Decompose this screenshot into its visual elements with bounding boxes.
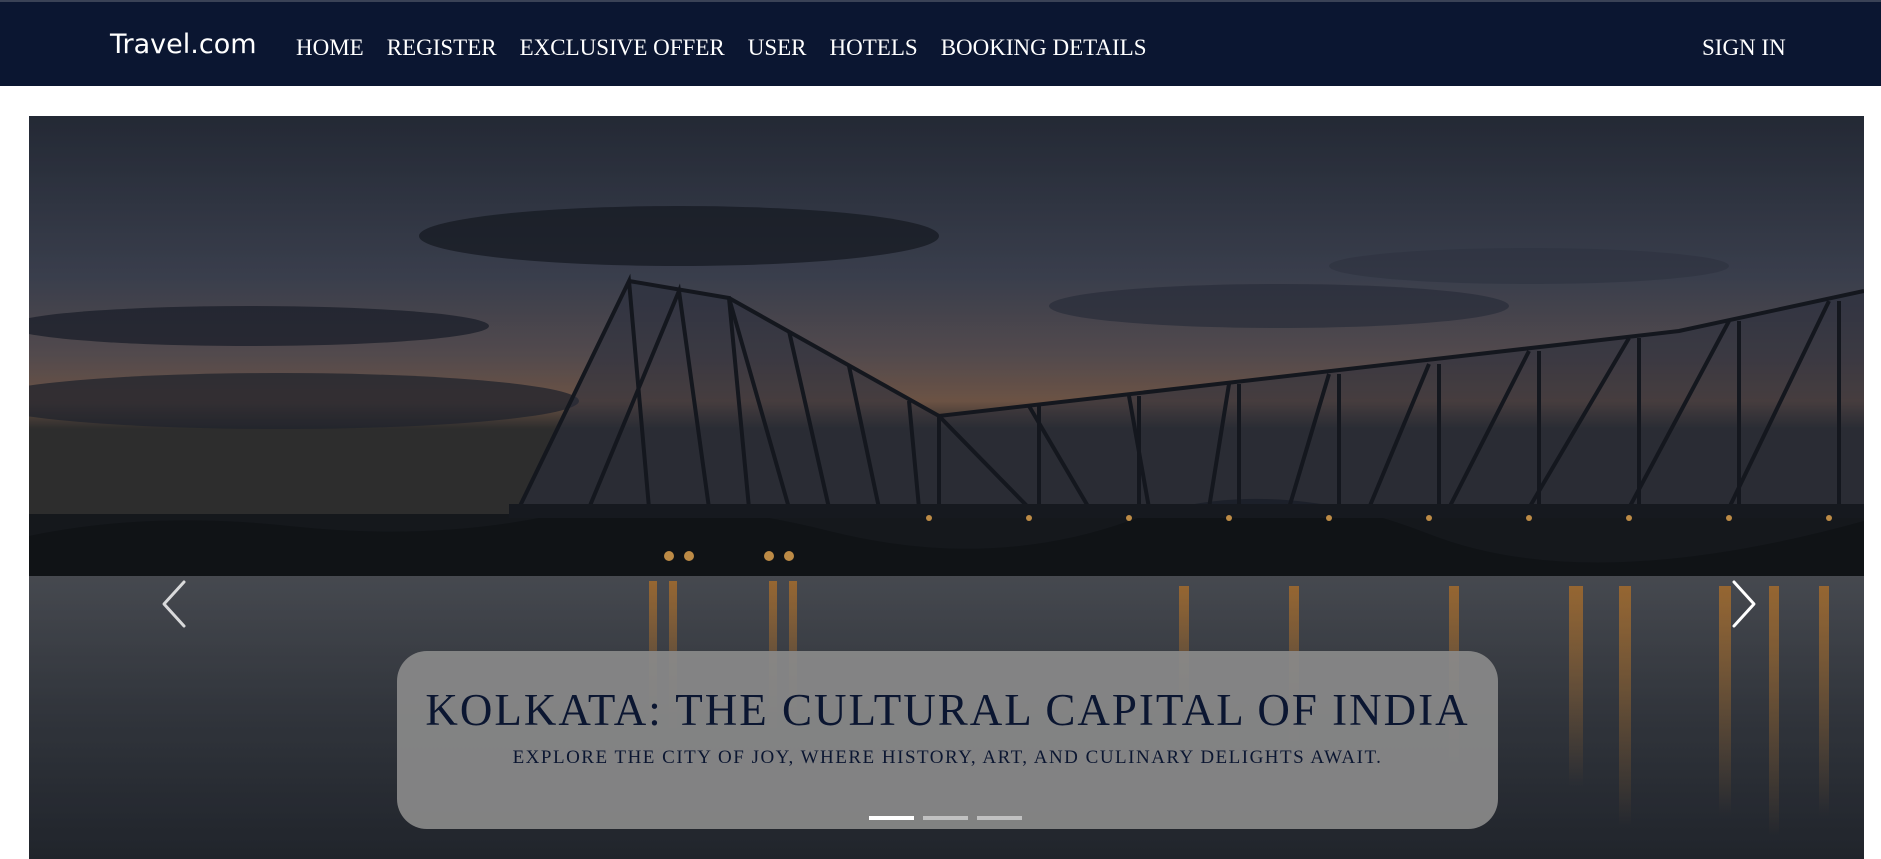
carousel-indicators — [869, 816, 1022, 820]
sign-in-link[interactable]: SIGN IN — [1702, 34, 1786, 62]
hero-carousel: KOLKATA: THE CULTURAL CAPITAL OF INDIA E… — [29, 116, 1864, 859]
nav-item-exclusive-offer: EXCLUSIVE OFFER — [520, 34, 725, 62]
carousel-indicator-1[interactable] — [869, 816, 914, 820]
carousel-indicator-2[interactable] — [923, 816, 968, 820]
nav-item-home: HOME — [296, 34, 364, 62]
carousel-prev-button[interactable] — [154, 574, 194, 634]
nav-link-hotels[interactable]: HOTELS — [830, 35, 918, 60]
chevron-right-icon — [1732, 580, 1756, 628]
nav-item-register: REGISTER — [387, 34, 497, 62]
carousel-next-button[interactable] — [1724, 574, 1764, 634]
nav-item-user: USER — [748, 34, 807, 62]
nav-link-register[interactable]: REGISTER — [387, 35, 497, 60]
nav-menu: HOME REGISTER EXCLUSIVE OFFER USER HOTEL… — [296, 34, 1146, 62]
nav-item-hotels: HOTELS — [830, 34, 918, 62]
brand-logo-link[interactable]: Travel.com — [110, 28, 257, 62]
nav-link-home[interactable]: HOME — [296, 35, 364, 60]
nav-link-user[interactable]: USER — [748, 35, 807, 60]
nav-item-booking-details: BOOKING DETAILS — [941, 34, 1147, 62]
nav-link-exclusive-offer[interactable]: EXCLUSIVE OFFER — [520, 35, 725, 60]
slide-caption: KOLKATA: THE CULTURAL CAPITAL OF INDIA E… — [397, 651, 1498, 829]
slide-title: KOLKATA: THE CULTURAL CAPITAL OF INDIA — [425, 685, 1470, 735]
nav-link-booking-details[interactable]: BOOKING DETAILS — [941, 35, 1147, 60]
chevron-left-icon — [162, 580, 186, 628]
top-navbar: Travel.com HOME REGISTER EXCLUSIVE OFFER… — [0, 0, 1881, 86]
slide-subtitle: EXPLORE THE CITY OF JOY, WHERE HISTORY, … — [512, 747, 1383, 768]
carousel-indicator-3[interactable] — [977, 816, 1022, 820]
